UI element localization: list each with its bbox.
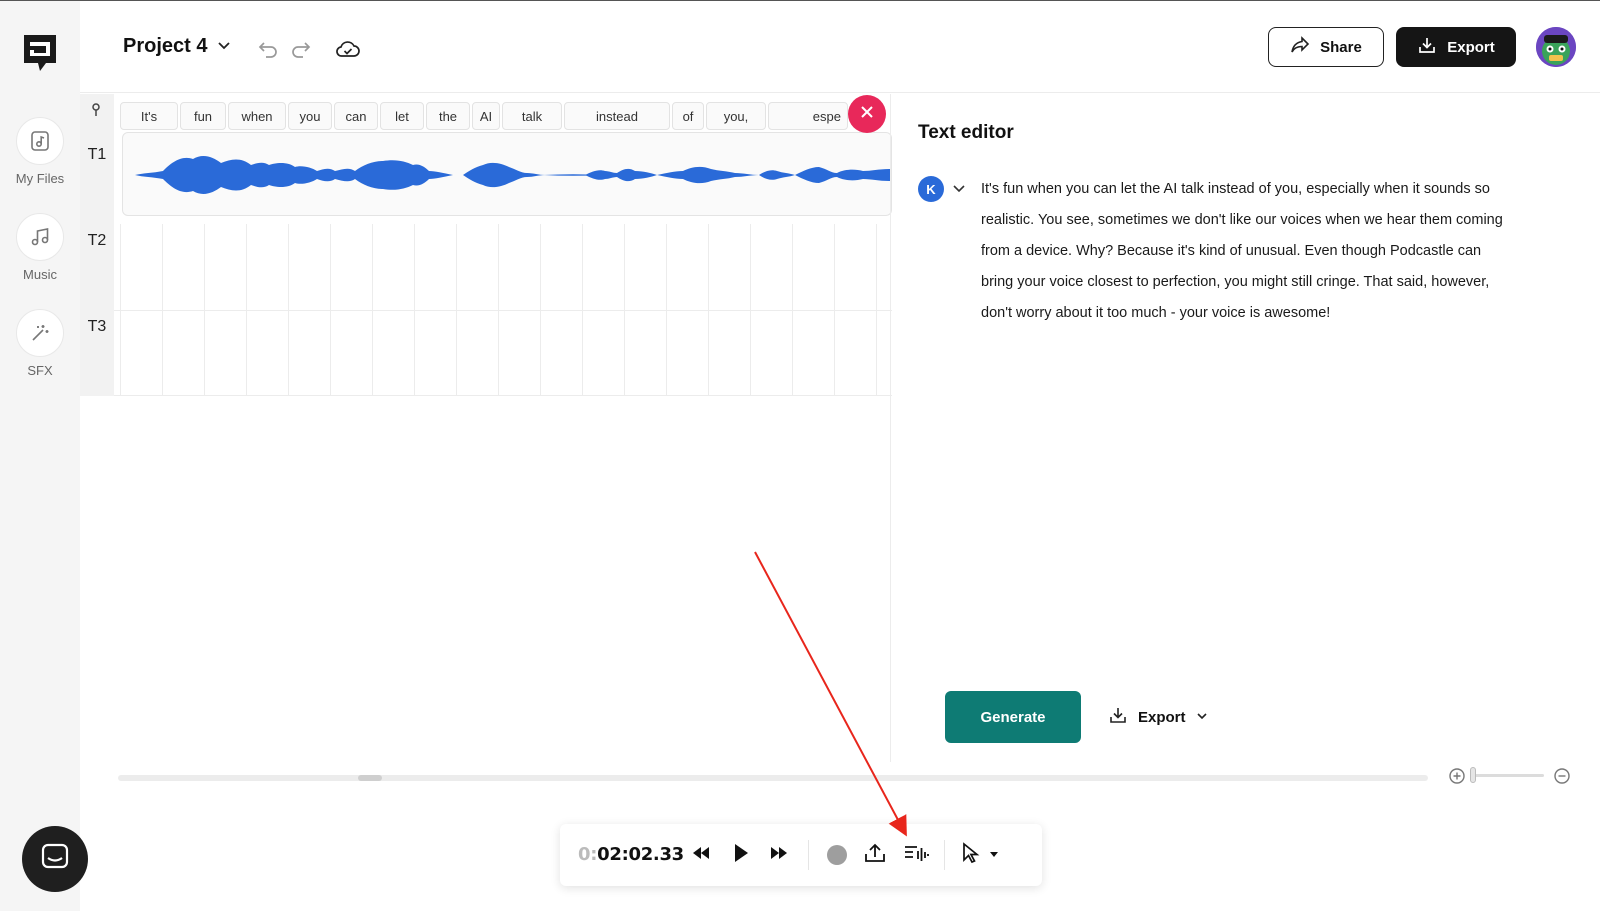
word-strip: It's fun when you can let the AI talk in… [120, 102, 850, 130]
playhead-time: 0:02:02.33 [578, 844, 684, 865]
avatar[interactable] [1536, 27, 1576, 67]
word-chip[interactable]: let [380, 102, 424, 130]
project-title: Project 4 [123, 35, 208, 57]
transcript-audio-button[interactable] [903, 842, 929, 868]
music-note-icon [16, 213, 64, 261]
text-editor-title: Text editor [918, 122, 1014, 143]
panel-divider [890, 94, 891, 762]
fast-forward-icon [768, 845, 790, 866]
export-button-label: Export [1447, 38, 1495, 56]
word-chip[interactable]: you [288, 102, 332, 130]
file-music-icon [16, 117, 64, 165]
cursor-arrow-icon [961, 841, 981, 869]
sidebar-item-sfx[interactable]: SFX [0, 309, 80, 378]
pin-icon[interactable] [88, 102, 104, 118]
text-to-audio-icon [903, 843, 929, 868]
word-chip[interactable]: fun [180, 102, 226, 130]
record-button[interactable] [824, 842, 850, 868]
play-button[interactable] [728, 842, 754, 868]
zoom-slider-thumb[interactable] [1470, 767, 1476, 783]
select-tool-button[interactable] [958, 841, 984, 869]
time-main: 02:02.33 [597, 844, 684, 865]
upload-button[interactable] [862, 842, 888, 868]
play-icon [732, 842, 750, 869]
speaker-avatar[interactable]: K [918, 176, 944, 202]
podcastle-logo-icon[interactable] [20, 31, 60, 75]
download-icon [1417, 36, 1437, 58]
chat-launcher-button[interactable] [22, 826, 88, 892]
download-icon [1108, 706, 1128, 728]
sidebar-item-my-files[interactable]: My Files [0, 117, 80, 186]
playback-toolbar: 0:02:02.33 [560, 824, 1042, 886]
track-label-t3: T3 [87, 318, 107, 335]
horizontal-scrollbar[interactable] [118, 775, 1428, 781]
sidebar-item-label: SFX [27, 363, 53, 378]
project-title-dropdown[interactable]: Project 4 [123, 35, 231, 58]
toolbar-separator [808, 840, 809, 870]
close-editor-button[interactable] [848, 95, 886, 133]
track-labels: T1 T2 T3 [80, 94, 114, 396]
toolbar-separator [944, 840, 945, 870]
track-label-t1: T1 [87, 146, 107, 163]
zoom-out-icon[interactable] [1553, 767, 1571, 785]
word-chip[interactable]: It's [120, 102, 178, 130]
scrollbar-thumb[interactable] [358, 775, 382, 781]
word-chip[interactable]: instead [564, 102, 670, 130]
word-chip[interactable]: when [228, 102, 286, 130]
audio-clip-t1[interactable] [122, 132, 892, 216]
word-chip[interactable]: talk [502, 102, 562, 130]
top-header: Project 4 Share Export [80, 1, 1600, 93]
left-sidebar: My Files Music SFX [0, 1, 88, 911]
time-prefix: 0: [578, 844, 598, 865]
export-dropdown-button[interactable]: Export [1108, 703, 1208, 731]
generate-button[interactable]: Generate [945, 691, 1081, 743]
chat-icon [39, 841, 71, 878]
rewind-icon [690, 845, 712, 866]
share-button-label: Share [1320, 38, 1362, 56]
redo-icon[interactable] [287, 35, 315, 63]
chevron-down-icon[interactable] [951, 180, 967, 196]
word-chip[interactable]: the [426, 102, 470, 130]
track-label-t2: T2 [87, 232, 107, 249]
sidebar-item-label: Music [23, 267, 57, 282]
rewind-button[interactable] [688, 842, 714, 868]
word-chip[interactable]: AI [472, 102, 500, 130]
tool-menu-dropdown[interactable] [985, 842, 1003, 868]
track-divider [114, 395, 892, 396]
script-text-area[interactable]: It's fun when you can let the AI talk in… [981, 174, 1516, 329]
undo-icon[interactable] [254, 35, 282, 63]
word-chip[interactable]: can [334, 102, 378, 130]
upload-icon [863, 842, 887, 869]
zoom-in-icon[interactable] [1448, 767, 1466, 785]
waveform [135, 156, 891, 194]
record-icon [827, 845, 847, 865]
word-chip[interactable]: espe [768, 102, 848, 130]
share-button[interactable]: Share [1268, 27, 1384, 67]
word-chip[interactable]: you, [706, 102, 766, 130]
timeline-area: T1 T2 T3 It's fun when you can let the A… [80, 94, 892, 396]
caret-down-icon [989, 846, 999, 864]
track-divider [114, 310, 892, 311]
share-icon [1290, 36, 1310, 58]
sidebar-item-music[interactable]: Music [0, 213, 80, 282]
magic-wand-icon [16, 309, 64, 357]
cloud-sync-icon[interactable] [334, 35, 362, 63]
word-chip[interactable]: of [672, 102, 704, 130]
close-icon [860, 105, 874, 124]
chevron-down-icon [217, 35, 231, 58]
fast-forward-button[interactable] [766, 842, 792, 868]
chevron-down-icon [1196, 709, 1208, 726]
zoom-slider-track[interactable] [1472, 774, 1544, 777]
sidebar-item-label: My Files [15, 171, 65, 186]
export-dropdown-label: Export [1138, 708, 1186, 726]
export-button[interactable]: Export [1396, 27, 1516, 67]
